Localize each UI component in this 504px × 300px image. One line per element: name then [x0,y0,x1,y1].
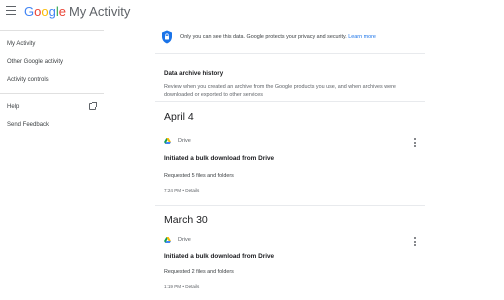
activity-meta: 7:24 PM • Details [164,188,199,193]
sidebar-item-send-feedback[interactable]: Send Feedback [0,116,104,134]
main-content: Only you can see this data. Google prote… [155,24,425,300]
activity-title[interactable]: Initiated a bulk download from Drive [164,155,274,162]
details-link[interactable]: Details [185,188,199,193]
privacy-message: Only you can see this data. Google prote… [180,34,347,40]
date-heading: April 4 [164,111,194,123]
sidebar-item-my-activity[interactable]: My Activity [0,35,104,53]
top-bar: Google My Activity [0,0,504,24]
data-archive-section: Data archive history Review when you cre… [155,54,425,102]
logo-letter: e [58,4,66,19]
activity-subtitle: Requested 2 files and folders [164,269,234,275]
section-description: Review when you created an archive from … [164,84,396,98]
app-name: My Activity [68,4,131,19]
more-options-icon[interactable] [414,237,417,247]
shield-lock-icon [162,30,172,44]
details-link[interactable]: Details [185,284,199,289]
sidebar-item-activity-controls[interactable]: Activity controls [0,71,104,89]
product-name: Drive [178,138,191,144]
activity-title[interactable]: Initiated a bulk download from Drive [164,253,274,260]
learn-more-link[interactable]: Learn more [348,34,376,40]
sidebar-divider [0,93,104,94]
logo-letter: G [24,4,35,19]
product-name: Drive [178,237,191,243]
activity-subtitle: Requested 5 files and folders [164,173,234,179]
google-my-activity-logo[interactable]: Google My Activity [24,4,130,19]
date-heading: March 30 [164,214,208,226]
sidebar-divider-top [0,30,104,31]
activity-time: 7:24 PM [164,188,182,193]
sidebar-item-help[interactable]: Help [0,98,104,116]
open-in-new-icon [89,102,97,110]
activity-day-card: April 4 Drive Initiated a bulk download … [155,102,425,206]
sidebar-item-label: Help [7,104,20,110]
logo-letter: o [41,4,49,19]
activity-time: 1:19 PM [164,284,182,289]
sidebar-item-other-google-activity[interactable]: Other Google activity [0,53,104,71]
google-drive-icon [164,138,171,144]
privacy-notice: Only you can see this data. Google prote… [155,24,425,54]
sidebar: My Activity Other Google activity Activi… [0,30,104,134]
google-drive-icon [164,237,171,243]
section-title: Data archive history [164,70,224,77]
activity-day-card: March 30 Drive Initiated a bulk download… [155,206,425,300]
activity-meta: 1:19 PM • Details [164,284,199,289]
logo-letter: g [48,4,56,19]
privacy-text: Only you can see this data. Google prote… [180,34,376,40]
more-options-icon[interactable] [414,138,417,148]
hamburger-menu-icon[interactable] [6,6,16,16]
